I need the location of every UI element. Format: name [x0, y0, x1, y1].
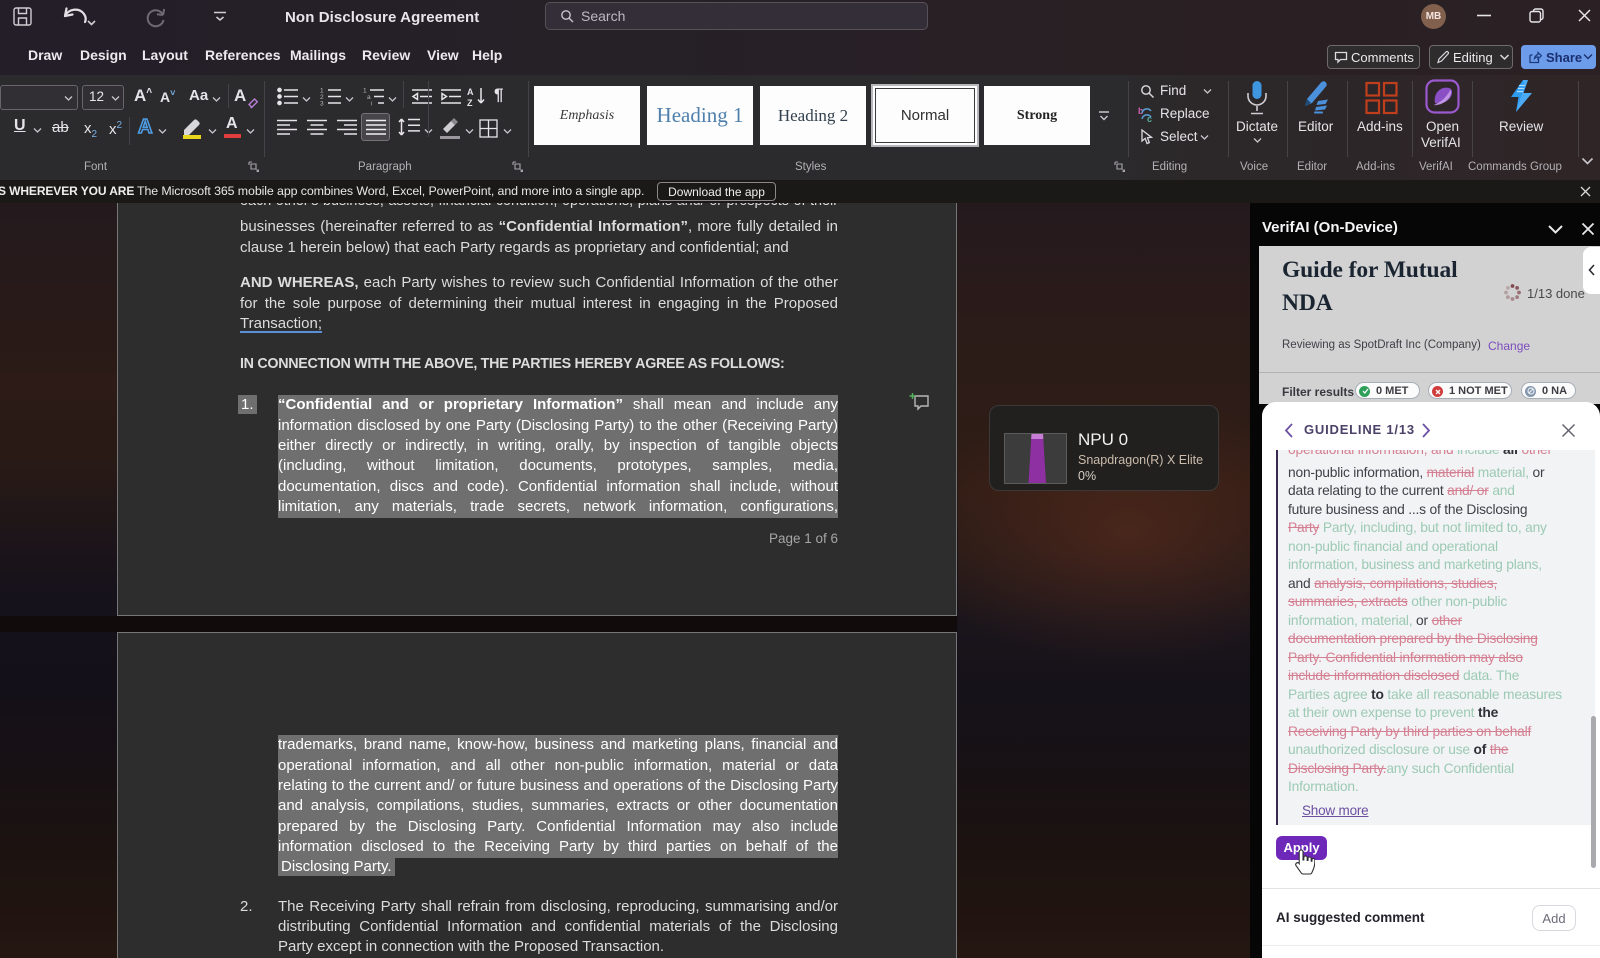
svg-text:Z: Z	[467, 98, 473, 107]
svg-text:3: 3	[320, 101, 324, 107]
svg-text:c: c	[1147, 114, 1152, 123]
svg-text:A: A	[467, 87, 474, 97]
svg-text:i: i	[371, 101, 372, 107]
